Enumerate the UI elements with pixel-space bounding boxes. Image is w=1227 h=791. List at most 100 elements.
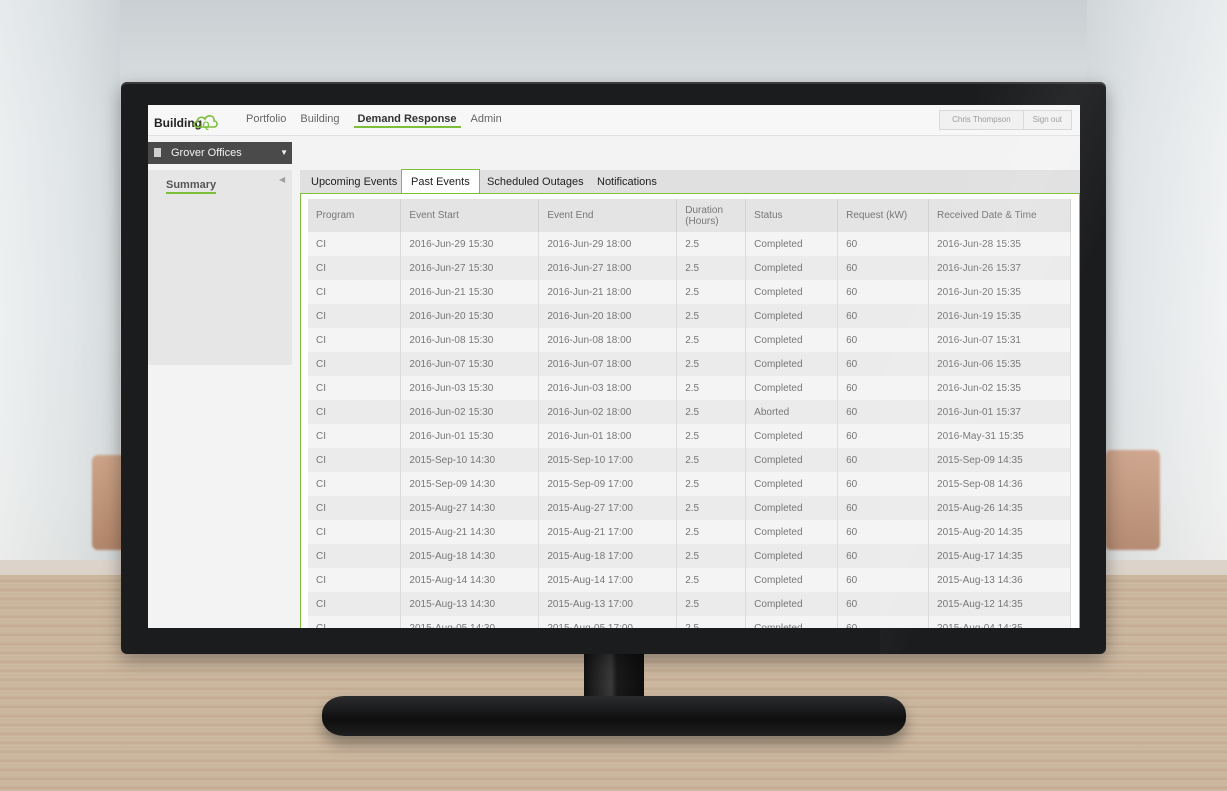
duration-cell: 2.5 <box>676 352 747 376</box>
event-end-cell: 2016-Jun-27 18:00 <box>538 256 678 280</box>
status-cell: Completed <box>745 256 839 280</box>
program-cell: CI <box>308 376 402 400</box>
buildingiq-logo[interactable]: Building iQ <box>154 108 218 132</box>
table-row[interactable]: CI 2016-Jun-07 15:30 2016-Jun-07 18:00 2.5 C… <box>308 352 1071 376</box>
table-row[interactable]: CI 2015-Aug-21 14:30 2015-Aug-21 17:00 2.5 C… <box>308 520 1071 544</box>
event-end-cell: 2015-Sep-10 17:00 <box>538 448 678 472</box>
received-cell: 2015-Aug-12 14:35 <box>928 592 1071 616</box>
nav-portfolio[interactable]: Portfolio <box>246 113 286 128</box>
received-cell: 2016-Jun-20 15:35 <box>928 280 1071 304</box>
site-selector[interactable]: Grover Offices ▼ <box>148 142 292 164</box>
table-row[interactable]: CI 2016-Jun-20 15:30 2016-Jun-20 18:00 2.5 C… <box>308 304 1071 328</box>
event-start-cell: 2016-Jun-08 15:30 <box>400 328 540 352</box>
table-row[interactable]: CI 2015-Aug-05 14:30 2015-Aug-05 17:00 2.5 C… <box>308 616 1071 628</box>
tab-notifications[interactable]: Notifications <box>588 170 666 194</box>
request-cell: 60 <box>837 496 930 520</box>
event-start-cell: 2015-Sep-09 14:30 <box>400 472 540 496</box>
received-cell: 2016-Jun-28 15:35 <box>928 232 1071 256</box>
tab-past-events[interactable]: Past Events <box>401 169 480 194</box>
sidebar-item-summary[interactable]: Summary <box>166 179 217 194</box>
event-start-cell: 2015-Aug-05 14:30 <box>400 616 540 628</box>
tabs-bar: Upcoming Events Past Events Scheduled Ou… <box>300 169 1080 194</box>
table-row[interactable]: CI 2016-Jun-01 15:30 2016-Jun-01 18:00 2.5 C… <box>308 424 1071 448</box>
duration-cell: 2.5 <box>676 544 747 568</box>
table-row[interactable]: CI 2016-Jun-03 15:30 2016-Jun-03 18:00 2.5 C… <box>308 376 1071 400</box>
duration-cell: 2.5 <box>676 376 747 400</box>
table-row[interactable]: CI 2015-Aug-13 14:30 2015-Aug-13 17:00 2.5 C… <box>308 592 1071 616</box>
duration-cell: 2.5 <box>676 232 747 256</box>
event-end-cell: 2015-Aug-13 17:00 <box>538 592 678 616</box>
duration-cell: 2.5 <box>676 616 747 628</box>
table-row[interactable]: CI 2015-Sep-09 14:30 2015-Sep-09 17:00 2.5 C… <box>308 472 1071 496</box>
event-start-cell: 2015-Sep-10 14:30 <box>400 448 540 472</box>
table-row[interactable]: CI 2016-Jun-27 15:30 2016-Jun-27 18:00 2.5 C… <box>308 256 1071 280</box>
table-row[interactable]: CI 2016-Jun-08 15:30 2016-Jun-08 18:00 2.5 C… <box>308 328 1071 352</box>
event-start-cell: 2015-Aug-14 14:30 <box>400 568 540 592</box>
status-cell: Completed <box>745 232 839 256</box>
request-cell: 60 <box>837 424 930 448</box>
request-cell: 60 <box>837 568 930 592</box>
column-header-event-end[interactable]: Event End <box>538 199 678 232</box>
table-row[interactable]: CI 2015-Aug-14 14:30 2015-Aug-14 17:00 2.5 C… <box>308 568 1071 592</box>
request-cell: 60 <box>837 376 930 400</box>
monitor-stand-base <box>322 696 906 736</box>
site-selector-value: Grover Offices <box>171 147 242 159</box>
column-header-status[interactable]: Status <box>745 199 839 232</box>
received-cell: 2016-Jun-26 15:37 <box>928 256 1071 280</box>
column-header-received[interactable]: Received Date & Time <box>928 199 1071 232</box>
table-header-row: Program Event Start Event End Duration (… <box>308 199 1071 232</box>
user-box: Chris Thompson Sign out <box>939 110 1072 130</box>
program-cell: CI <box>308 472 402 496</box>
event-end-cell: 2016-Jun-08 18:00 <box>538 328 678 352</box>
event-start-cell: 2016-Jun-21 15:30 <box>400 280 540 304</box>
event-end-cell: 2015-Sep-09 17:00 <box>538 472 678 496</box>
table-row[interactable]: CI 2016-Jun-21 15:30 2016-Jun-21 18:00 2.5 C… <box>308 280 1071 304</box>
table-row[interactable]: CI 2015-Sep-10 14:30 2015-Sep-10 17:00 2.5 C… <box>308 448 1071 472</box>
table-row[interactable]: CI 2016-Jun-29 15:30 2016-Jun-29 18:00 2.5 C… <box>308 232 1071 256</box>
request-cell: 60 <box>837 256 930 280</box>
duration-cell: 2.5 <box>676 472 747 496</box>
nav-demand-response[interactable]: Demand Response <box>353 113 461 128</box>
column-header-duration[interactable]: Duration (Hours) <box>676 199 747 232</box>
table-row[interactable]: CI 2016-Jun-02 15:30 2016-Jun-02 18:00 2.5 A… <box>308 400 1071 424</box>
program-cell: CI <box>308 280 402 304</box>
dropdown-caret-icon: ▼ <box>280 148 288 157</box>
program-cell: CI <box>308 304 402 328</box>
column-header-program[interactable]: Program <box>308 199 402 232</box>
column-header-event-start[interactable]: Event Start <box>400 199 540 232</box>
sidebar: Summary ◀ <box>148 170 292 365</box>
event-end-cell: 2016-Jun-02 18:00 <box>538 400 678 424</box>
table-row[interactable]: CI 2015-Aug-18 14:30 2015-Aug-18 17:00 2.5 C… <box>308 544 1071 568</box>
collapse-sidebar-icon[interactable]: ◀ <box>279 175 285 184</box>
program-cell: CI <box>308 352 402 376</box>
event-end-cell: 2016-Jun-29 18:00 <box>538 232 678 256</box>
duration-cell: 2.5 <box>676 496 747 520</box>
program-cell: CI <box>308 328 402 352</box>
status-cell: Completed <box>745 472 839 496</box>
status-cell: Completed <box>745 352 839 376</box>
tab-scheduled-outages[interactable]: Scheduled Outages <box>478 170 593 194</box>
event-start-cell: 2015-Aug-27 14:30 <box>400 496 540 520</box>
event-start-cell: 2016-Jun-29 15:30 <box>400 232 540 256</box>
event-start-cell: 2015-Aug-18 14:30 <box>400 544 540 568</box>
status-cell: Completed <box>745 448 839 472</box>
building-icon <box>154 148 161 157</box>
program-cell: CI <box>308 568 402 592</box>
main-nav: Portfolio Building Demand Response Admin <box>246 113 516 128</box>
tab-upcoming-events[interactable]: Upcoming Events <box>302 170 406 194</box>
user-name-button[interactable]: Chris Thompson <box>940 111 1023 129</box>
program-cell: CI <box>308 544 402 568</box>
program-cell: CI <box>308 592 402 616</box>
table-row[interactable]: CI 2015-Aug-27 14:30 2015-Aug-27 17:00 2.5 C… <box>308 496 1071 520</box>
event-start-cell: 2016-Jun-27 15:30 <box>400 256 540 280</box>
nav-building[interactable]: Building <box>300 113 339 128</box>
received-cell: 2015-Sep-09 14:35 <box>928 448 1071 472</box>
cloud-iq-icon: iQ <box>193 115 218 130</box>
duration-cell: 2.5 <box>676 448 747 472</box>
signout-button[interactable]: Sign out <box>1022 111 1071 129</box>
event-end-cell: 2015-Aug-14 17:00 <box>538 568 678 592</box>
nav-admin[interactable]: Admin <box>471 113 502 128</box>
received-cell: 2015-Aug-17 14:35 <box>928 544 1071 568</box>
column-header-request[interactable]: Request (kW) <box>837 199 930 232</box>
received-cell: 2015-Aug-20 14:35 <box>928 520 1071 544</box>
